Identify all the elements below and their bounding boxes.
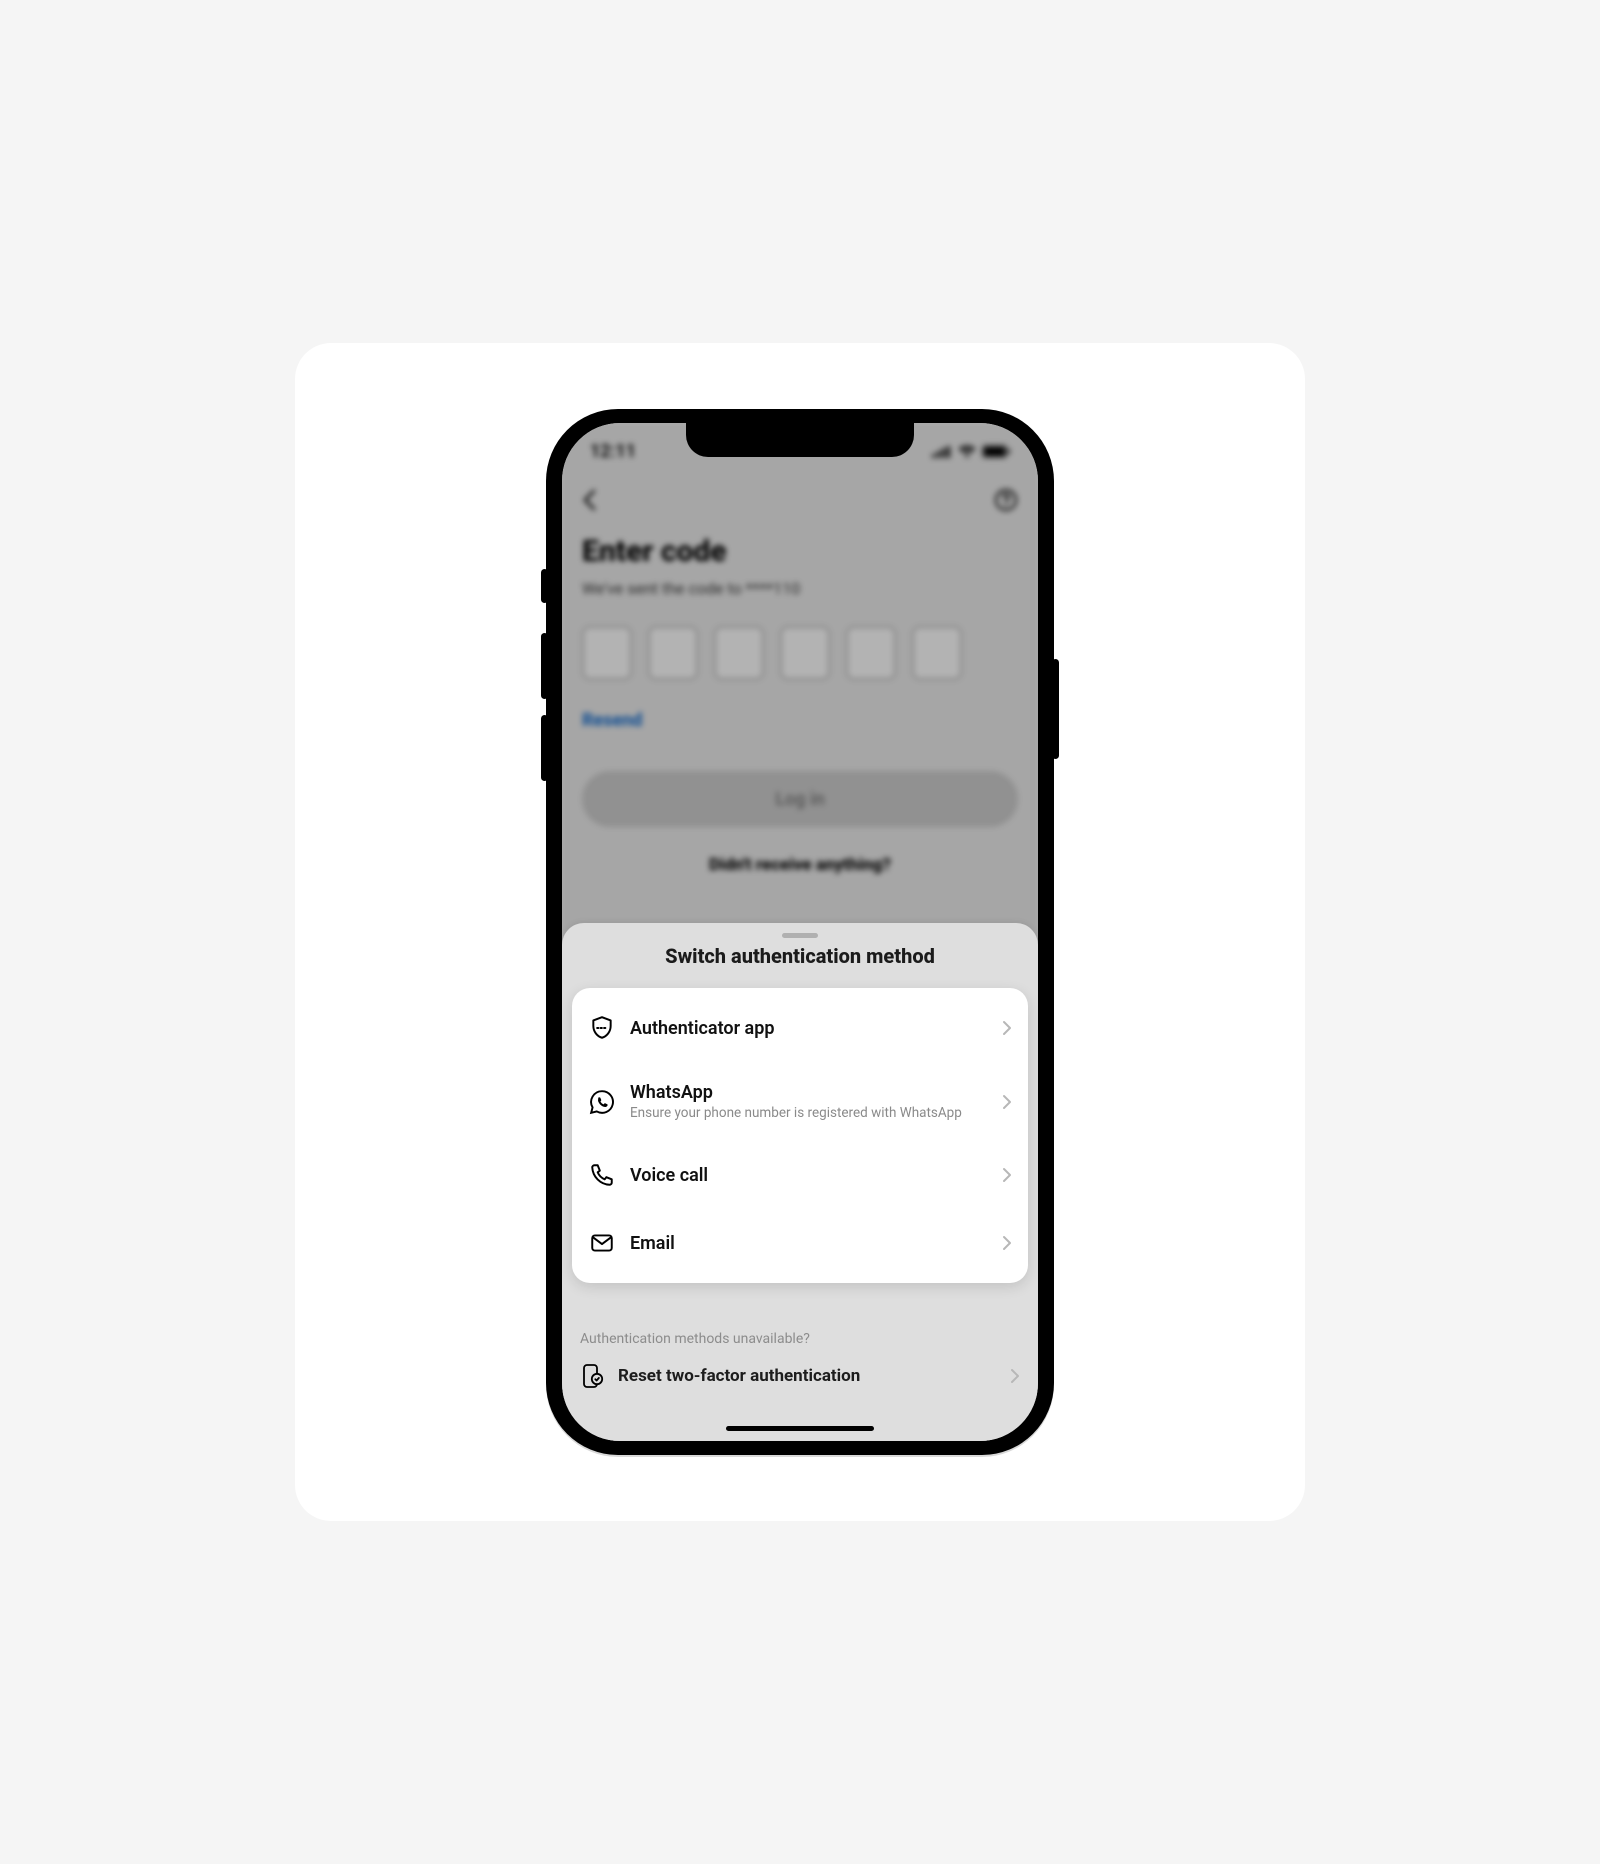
whatsapp-icon [588, 1088, 616, 1116]
reset-2fa-icon [580, 1363, 604, 1389]
method-label: Voice call [630, 1165, 988, 1186]
auth-method-card: Authenticator app WhatsApp [572, 988, 1028, 1283]
home-indicator[interactable] [726, 1426, 874, 1431]
phone-frame: 12:11 [546, 409, 1054, 1455]
phone-icon [588, 1161, 616, 1189]
email-icon [588, 1229, 616, 1257]
sheet-handle[interactable] [782, 933, 818, 938]
reset-2fa-row[interactable]: Reset two-factor authentication [562, 1353, 1038, 1389]
chevron-right-icon [1002, 1235, 1012, 1251]
shield-icon [588, 1014, 616, 1042]
chevron-right-icon [1010, 1368, 1020, 1384]
method-label: WhatsApp [630, 1082, 988, 1103]
method-whatsapp[interactable]: WhatsApp Ensure your phone number is reg… [572, 1062, 1028, 1141]
method-label: Authenticator app [630, 1018, 988, 1039]
unavailable-label: Authentication methods unavailable? [580, 1331, 1020, 1347]
method-email[interactable]: Email [572, 1209, 1028, 1277]
reset-2fa-label: Reset two-factor authentication [618, 1366, 996, 1386]
chevron-right-icon [1002, 1020, 1012, 1036]
chevron-right-icon [1002, 1167, 1012, 1183]
auth-method-sheet: Switch authentication method Authenticat… [562, 923, 1038, 1441]
method-sublabel: Ensure your phone number is registered w… [630, 1105, 988, 1121]
method-authenticator-app[interactable]: Authenticator app [572, 994, 1028, 1062]
sheet-title: Switch authentication method [562, 944, 1038, 968]
method-voice-call[interactable]: Voice call [572, 1141, 1028, 1209]
method-label: Email [630, 1233, 988, 1254]
notch [686, 423, 914, 457]
chevron-right-icon [1002, 1094, 1012, 1110]
